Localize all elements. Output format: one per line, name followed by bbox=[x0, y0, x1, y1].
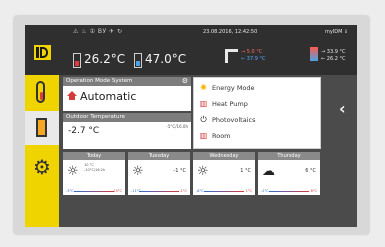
cloud-rain-icon: ☁ bbox=[262, 164, 275, 179]
chevron-left-icon[interactable]: ‹ bbox=[339, 100, 346, 118]
flow-temperatures: → 5.0 °C ← 37.9 °C bbox=[241, 49, 266, 63]
heating-circuit-icon bbox=[310, 47, 318, 61]
forecast-temp: 1 °C bbox=[240, 168, 251, 174]
idm-logo bbox=[34, 45, 51, 60]
circuit-temperatures: → 33.9 °C ← 26.2 °C bbox=[321, 49, 346, 63]
forecast-day[interactable]: Today ☼ 10 °C -10°C/16.2h -3°C 10°C bbox=[63, 152, 125, 195]
forecast-low: -11°C bbox=[131, 189, 141, 193]
sun-icon: ✺ bbox=[200, 83, 207, 92]
gear-icon[interactable]: ⚙ bbox=[182, 77, 188, 86]
weather-forecast: Today ☼ 10 °C -10°C/16.2h -3°C 10°C Tues… bbox=[63, 152, 321, 195]
temperature-bar bbox=[204, 191, 244, 192]
power-icon: ⏻ bbox=[200, 115, 207, 124]
forecast-day[interactable]: Thursday ☁ 6 °C -2°C 6°C bbox=[258, 152, 320, 195]
tank-icon bbox=[134, 53, 142, 68]
date-time: 23.08.2016, 12:42:50 bbox=[203, 29, 258, 35]
top-bar: ⚠ ♨ ① ВУ ✈ ↻ 23.08.2016, 12:42:50 myIDM … bbox=[25, 25, 357, 75]
heat-pump-icon: ▥ bbox=[199, 99, 208, 108]
photovoltaics-item[interactable]: ⏻ Photovoltaics bbox=[198, 115, 255, 125]
device-name[interactable]: myIDM ⇓ bbox=[325, 29, 348, 35]
sun-icon: ☼ bbox=[197, 164, 209, 179]
forecast-day[interactable]: Tuesday ☼ -1 °C -11°C -1°C bbox=[128, 152, 190, 195]
display-screen: ⚠ ♨ ① ВУ ✈ ↻ 23.08.2016, 12:42:50 myIDM … bbox=[25, 25, 357, 227]
forecast-high: 6°C bbox=[310, 189, 317, 193]
sidebar-item-settings[interactable]: ⚙ bbox=[25, 151, 59, 185]
forecast-day-name: Today bbox=[63, 152, 125, 160]
operation-mode-card[interactable]: Operation Mode System ⚙ Automatic bbox=[63, 77, 191, 111]
outdoor-temperature-range: -5°C/16.0h bbox=[166, 124, 188, 129]
home-icon bbox=[67, 91, 77, 100]
forecast-low: -2°C bbox=[261, 189, 269, 193]
energy-mode-item[interactable]: ✺ Energy Mode bbox=[198, 83, 254, 92]
room-item[interactable]: ▥ Room bbox=[198, 131, 231, 140]
forecast-details: 10 °C -10°C/16.2h bbox=[84, 163, 106, 172]
forecast-day-name: Tuesday bbox=[128, 152, 190, 160]
tank1-temperature: 26.2°C bbox=[84, 52, 126, 66]
forecast-low: -8°C bbox=[196, 189, 204, 193]
circuit-in-temp: ← 26.2 °C bbox=[321, 56, 346, 62]
radiator-icon: ▥ bbox=[199, 131, 208, 140]
outdoor-temperature-title: Outdoor Temperature bbox=[63, 113, 191, 122]
forecast-day-name: Thursday bbox=[258, 152, 320, 160]
pipe-icon bbox=[225, 49, 238, 63]
sun-icon: ☼ bbox=[67, 164, 79, 179]
forecast-temp: 6 °C bbox=[305, 168, 316, 174]
forecast-day-name: Wednesday bbox=[193, 152, 255, 160]
forecast-high: 10°C bbox=[113, 189, 122, 193]
forecast-high: 1°C bbox=[245, 189, 252, 193]
temperature-bar bbox=[269, 191, 309, 192]
sidebar: ⚙ bbox=[25, 75, 59, 227]
sun-icon: ☼ bbox=[132, 164, 144, 179]
operation-mode-title: Operation Mode System ⚙ bbox=[63, 77, 191, 86]
thermometer-icon bbox=[36, 81, 45, 103]
forecast-high: -1°C bbox=[179, 189, 187, 193]
gear-icon: ⚙ bbox=[33, 155, 51, 179]
flow-out-temp: → 5.0 °C bbox=[241, 49, 263, 55]
outdoor-temperature-card[interactable]: Outdoor Temperature -2.7 °C -5°C/16.0h bbox=[63, 113, 191, 149]
forecast-low: -3°C bbox=[66, 189, 74, 193]
forecast-day[interactable]: Wednesday ☼ 1 °C -8°C 1°C bbox=[193, 152, 255, 195]
energy-panel: ✺ Energy Mode ▥ Heat Pump ⏻ Photovoltaics ▥… bbox=[193, 77, 321, 149]
status-icons: ⚠ ♨ ① ВУ ✈ ↻ bbox=[73, 28, 123, 35]
temperature-bar bbox=[74, 191, 114, 192]
door-icon bbox=[36, 118, 47, 137]
circuit-out-temp: → 33.9 °C bbox=[321, 49, 346, 55]
tank-icon bbox=[73, 53, 81, 68]
temperature-bar bbox=[139, 191, 179, 192]
sidebar-item-door[interactable] bbox=[25, 111, 59, 145]
heat-pump-item[interactable]: ▥ Heat Pump bbox=[198, 99, 248, 108]
tank2-temperature: 47.0°C bbox=[145, 52, 187, 66]
sidebar-item-temperature[interactable] bbox=[25, 75, 59, 109]
operation-mode-value: Automatic bbox=[63, 86, 191, 103]
forecast-temp: -1 °C bbox=[173, 168, 186, 174]
flow-in-temp: ← 37.9 °C bbox=[241, 56, 266, 62]
